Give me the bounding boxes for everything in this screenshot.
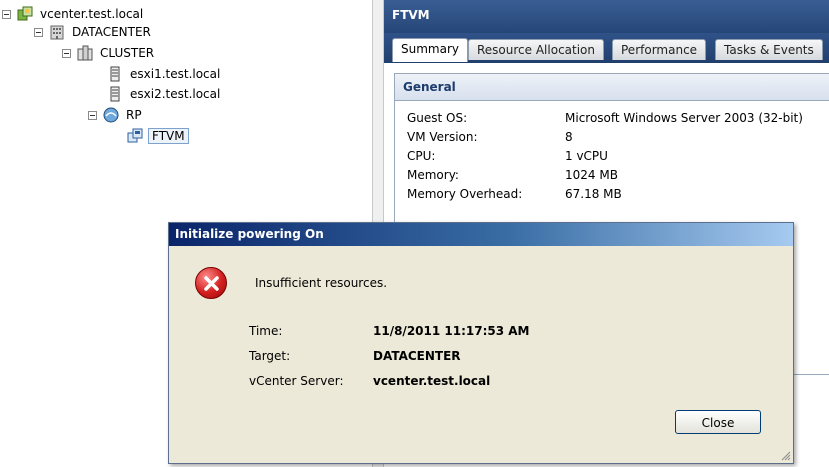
memory-overhead-value: 67.18 MB: [565, 187, 622, 201]
general-section-title: General: [395, 74, 829, 101]
vcenter-server-label: vCenter Server:: [249, 374, 344, 388]
datacenter-icon: [49, 24, 65, 40]
cpu-value: 1 vCPU: [565, 149, 608, 163]
tab-tasks-events[interactable]: Tasks & Events: [715, 39, 823, 60]
error-dialog: Initialize powering On Insufficient reso…: [168, 222, 794, 464]
vcenter-server-value: vcenter.test.local: [373, 374, 491, 388]
tree-item-label: FTVM: [148, 128, 189, 144]
tab-resource-allocation[interactable]: Resource Allocation: [468, 39, 605, 60]
cpu-label: CPU:: [407, 149, 436, 163]
tree-item-label: esxi2.test.local: [130, 87, 221, 101]
dialog-title[interactable]: Initialize powering On: [169, 223, 793, 246]
tree-item-datacenter[interactable]: DATACENTER: [34, 24, 153, 40]
memory-overhead-label: Memory Overhead:: [407, 187, 523, 201]
guest-os-value: Microsoft Windows Server 2003 (32-bit): [565, 111, 803, 125]
error-message: Insufficient resources.: [255, 276, 388, 290]
tab-strip: Summary Resource Allocation Performance …: [384, 33, 829, 63]
tree-item-label: CLUSTER: [100, 46, 155, 60]
host-icon: [107, 86, 123, 102]
collapse-toggle[interactable]: [62, 48, 71, 58]
cluster-icon: [77, 45, 93, 61]
tree-item-host[interactable]: esxi1.test.local: [107, 66, 222, 82]
tree-item-host[interactable]: esxi2.test.local: [107, 86, 222, 102]
tree-item-label: esxi1.test.local: [130, 67, 221, 81]
tree-item-cluster[interactable]: CLUSTER: [62, 45, 156, 61]
vm-version-label: VM Version:: [407, 130, 478, 144]
vm-icon: [127, 128, 143, 144]
collapse-toggle[interactable]: [34, 27, 43, 37]
target-value: DATACENTER: [373, 349, 461, 363]
tree-item-label: DATACENTER: [72, 25, 151, 39]
memory-label: Memory:: [407, 168, 459, 182]
guest-os-label: Guest OS:: [407, 111, 468, 125]
tree-item-vcenter[interactable]: vcenter.test.local: [2, 6, 145, 22]
memory-value: 1024 MB: [565, 168, 618, 182]
host-icon: [107, 66, 123, 82]
error-icon: [195, 267, 227, 299]
collapse-toggle[interactable]: [2, 9, 11, 19]
resize-grip-icon[interactable]: [779, 449, 791, 461]
tab-performance[interactable]: Performance: [612, 39, 707, 60]
tab-summary[interactable]: Summary: [392, 38, 468, 62]
tree-item-label: vcenter.test.local: [40, 7, 144, 21]
target-label: Target:: [249, 349, 291, 363]
tree-item-vm[interactable]: FTVM: [127, 128, 189, 144]
time-value: 11/8/2011 11:17:53 AM: [373, 324, 530, 338]
vcenter-icon: [17, 6, 33, 22]
details-title: FTVM: [392, 8, 430, 22]
vm-version-value: 8: [565, 130, 573, 144]
resource-pool-icon: [103, 107, 119, 123]
details-header: FTVM: [384, 0, 829, 33]
tree-item-label: RP: [126, 108, 142, 122]
tree-item-resource-pool[interactable]: RP: [88, 107, 144, 123]
time-label: Time:: [249, 324, 283, 338]
close-button[interactable]: Close: [675, 410, 761, 434]
collapse-toggle[interactable]: [88, 110, 97, 120]
